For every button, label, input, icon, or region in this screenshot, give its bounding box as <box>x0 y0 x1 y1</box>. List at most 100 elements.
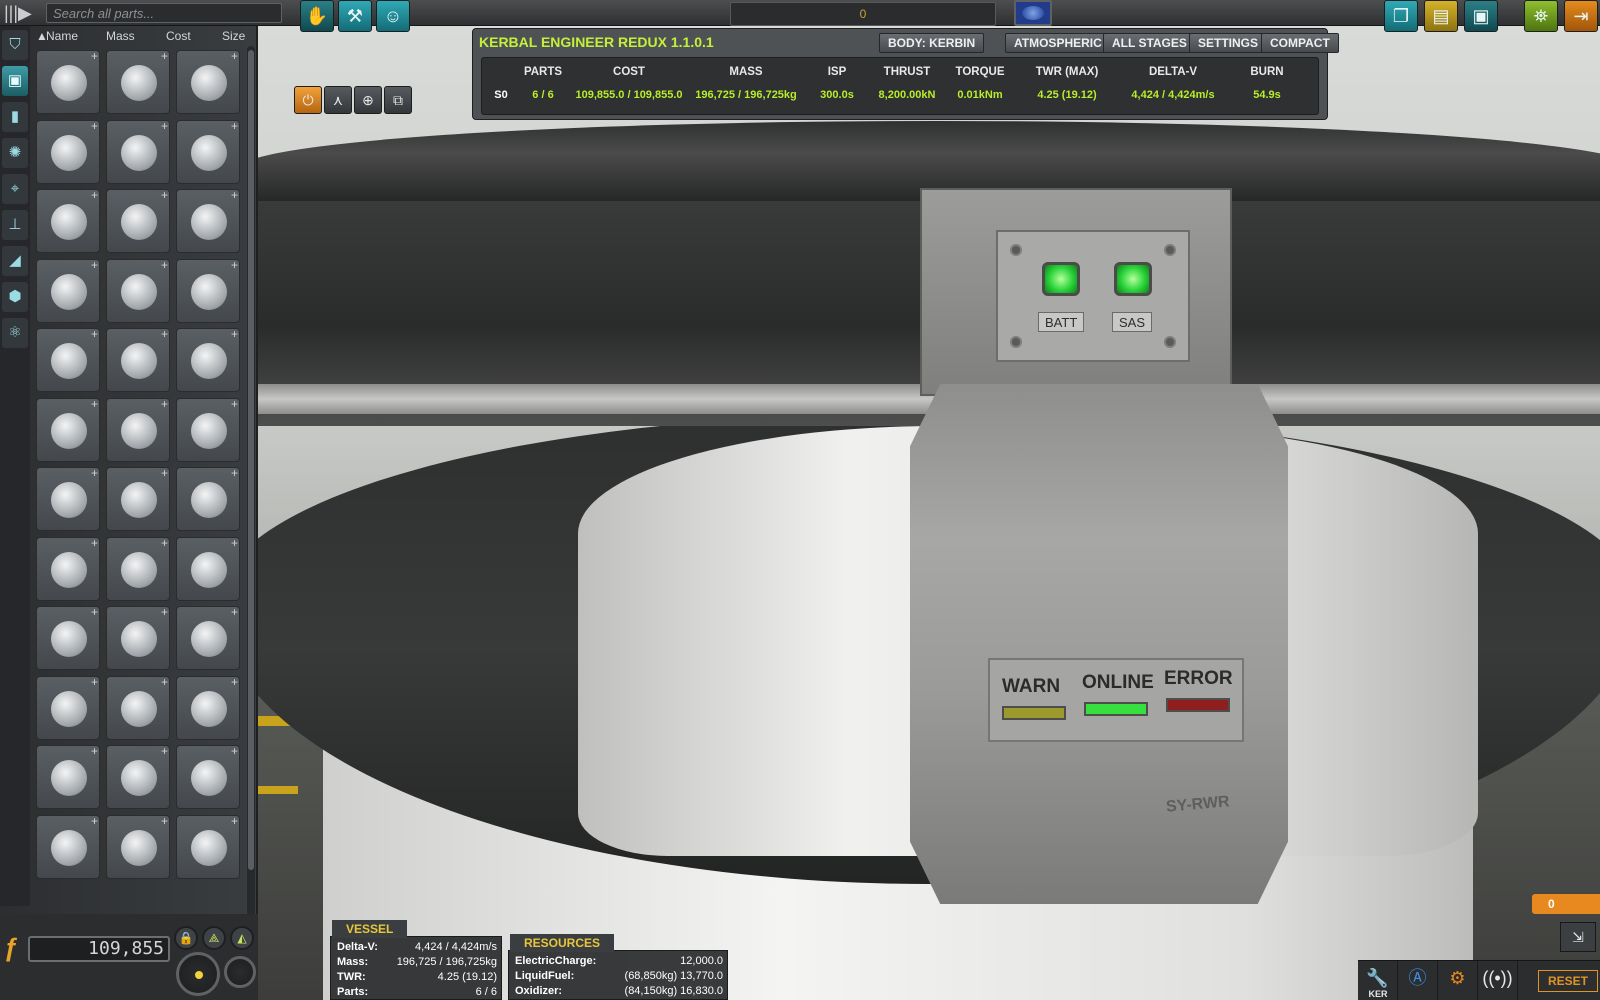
save-icon[interactable]: ▣ <box>1464 0 1498 32</box>
ker-compact-button[interactable]: COMPACT <box>1261 33 1339 53</box>
part-tile[interactable]: + <box>176 119 240 184</box>
add-icon[interactable]: + <box>161 675 168 689</box>
add-icon[interactable]: + <box>231 258 238 272</box>
part-tile[interactable]: + <box>176 466 240 531</box>
collapse-parts-icon[interactable]: |||▶ <box>4 2 36 24</box>
power-toggle-button[interactable]: ⏻ <box>294 86 322 114</box>
add-icon[interactable]: + <box>161 258 168 272</box>
sort-size[interactable]: Size <box>222 29 245 43</box>
parts-scrollbar[interactable] <box>247 46 255 916</box>
add-icon[interactable]: + <box>91 536 98 550</box>
add-icon[interactable]: + <box>91 119 98 133</box>
symmetry-icon[interactable]: ⟁ <box>202 926 226 950</box>
add-icon[interactable]: + <box>91 675 98 689</box>
part-tile[interactable]: + <box>36 188 100 253</box>
snap-mode-icon[interactable] <box>224 956 256 988</box>
fuel-category-icon[interactable]: ▮ <box>2 102 28 132</box>
part-tile[interactable]: + <box>176 675 240 740</box>
utility-category-icon[interactable]: ⬢ <box>2 282 28 312</box>
add-icon[interactable]: + <box>91 397 98 411</box>
add-icon[interactable]: + <box>161 466 168 480</box>
add-icon[interactable]: + <box>91 327 98 341</box>
part-tile[interactable]: + <box>36 744 100 809</box>
vessel-axis-button[interactable]: ⋏ <box>324 86 352 114</box>
engine-category-icon[interactable]: ✺ <box>2 138 28 168</box>
ker-atmospheric-button[interactable]: ATMOSPHERIC <box>1005 33 1111 53</box>
symmetry-button[interactable]: ⧉ <box>384 86 412 114</box>
part-tile[interactable]: + <box>106 675 170 740</box>
control-category-icon[interactable]: ⌖ <box>2 174 28 204</box>
vessel-name-field[interactable]: 0 <box>730 2 996 26</box>
part-tile[interactable]: + <box>36 814 100 879</box>
add-icon[interactable]: + <box>231 536 238 550</box>
vessel-viewport[interactable]: BATT SAS WARN ONLINE ERROR SY-RWR ⏻ ⋏ ⊕ … <box>258 26 1600 1000</box>
load-icon[interactable]: ▤ <box>1424 0 1458 32</box>
part-tile[interactable]: + <box>36 49 100 114</box>
part-tile[interactable]: + <box>106 327 170 392</box>
add-icon[interactable]: + <box>91 49 98 63</box>
add-icon[interactable]: + <box>91 605 98 619</box>
add-icon[interactable]: + <box>161 327 168 341</box>
sort-name[interactable]: Name <box>46 29 78 43</box>
part-tile[interactable]: + <box>176 188 240 253</box>
add-icon[interactable]: + <box>231 397 238 411</box>
sort-cost[interactable]: Cost <box>166 29 191 43</box>
aero-category-icon[interactable]: ◢ <box>2 246 28 276</box>
part-tile[interactable]: + <box>106 814 170 879</box>
part-tile[interactable]: + <box>106 466 170 531</box>
add-icon[interactable]: + <box>231 814 238 828</box>
stack-icon[interactable]: ⇲ <box>1560 922 1596 952</box>
ker-all-stages-button[interactable]: ALL STAGES <box>1103 33 1196 53</box>
reaction-wheel-module[interactable] <box>910 384 1288 904</box>
part-tile[interactable]: + <box>106 49 170 114</box>
stage-counter[interactable]: 0 <box>1532 894 1600 914</box>
add-icon[interactable]: + <box>161 605 168 619</box>
add-icon[interactable]: + <box>161 536 168 550</box>
add-icon[interactable]: + <box>231 675 238 689</box>
part-tile[interactable]: + <box>36 675 100 740</box>
engineer-app-icon[interactable]: Ⓐ <box>1398 961 1438 1000</box>
add-icon[interactable]: + <box>161 397 168 411</box>
part-tile[interactable]: + <box>36 536 100 601</box>
add-icon[interactable]: + <box>161 188 168 202</box>
vessel-tab[interactable]: VESSEL <box>332 920 408 938</box>
part-tile[interactable]: + <box>106 397 170 462</box>
part-tile[interactable]: + <box>106 744 170 809</box>
part-tile[interactable]: + <box>36 258 100 323</box>
resources-tab[interactable]: RESOURCES <box>510 934 615 952</box>
crew-icon[interactable]: ☺ <box>376 0 410 32</box>
flag-icon[interactable] <box>1014 0 1052 26</box>
angle-snap-icon[interactable]: ◭ <box>230 926 254 950</box>
add-icon[interactable]: + <box>231 605 238 619</box>
add-icon[interactable]: + <box>231 119 238 133</box>
structural-category-icon[interactable]: ⊥ <box>2 210 28 240</box>
planet-view-button[interactable]: ⊕ <box>354 86 382 114</box>
part-tile[interactable]: + <box>36 605 100 670</box>
add-icon[interactable]: + <box>91 744 98 758</box>
part-tile[interactable]: + <box>106 188 170 253</box>
ker-body-button[interactable]: BODY: KERBIN <box>879 33 985 53</box>
add-icon[interactable]: + <box>161 49 168 63</box>
commnet-icon[interactable]: ((•)) <box>1478 961 1518 1000</box>
part-tile[interactable]: + <box>176 397 240 462</box>
reset-button[interactable]: RESET <box>1538 970 1598 992</box>
part-tile[interactable]: + <box>176 605 240 670</box>
hammer-wrench-icon[interactable]: ⚒ <box>338 0 372 32</box>
add-icon[interactable]: + <box>161 814 168 828</box>
part-tile[interactable]: + <box>176 49 240 114</box>
launchpad-icon[interactable]: ⛯ <box>1524 0 1558 32</box>
radial-symmetry-icon[interactable] <box>176 952 220 996</box>
add-icon[interactable]: + <box>91 188 98 202</box>
add-icon[interactable]: + <box>161 119 168 133</box>
part-tile[interactable]: + <box>36 119 100 184</box>
exit-icon[interactable]: ⇥ <box>1564 0 1598 32</box>
place-icon[interactable]: ✋ <box>300 0 334 32</box>
settings-gear-icon[interactable]: ⚙ <box>1438 961 1478 1000</box>
lock-icon[interactable]: 🔒 <box>174 926 198 950</box>
part-tile[interactable]: + <box>176 744 240 809</box>
part-tile[interactable]: + <box>106 536 170 601</box>
part-tile[interactable]: + <box>176 814 240 879</box>
add-icon[interactable]: + <box>161 744 168 758</box>
ker-app-button[interactable]: 🔧 KER <box>1358 961 1398 1000</box>
sort-mass[interactable]: Mass <box>106 29 135 43</box>
